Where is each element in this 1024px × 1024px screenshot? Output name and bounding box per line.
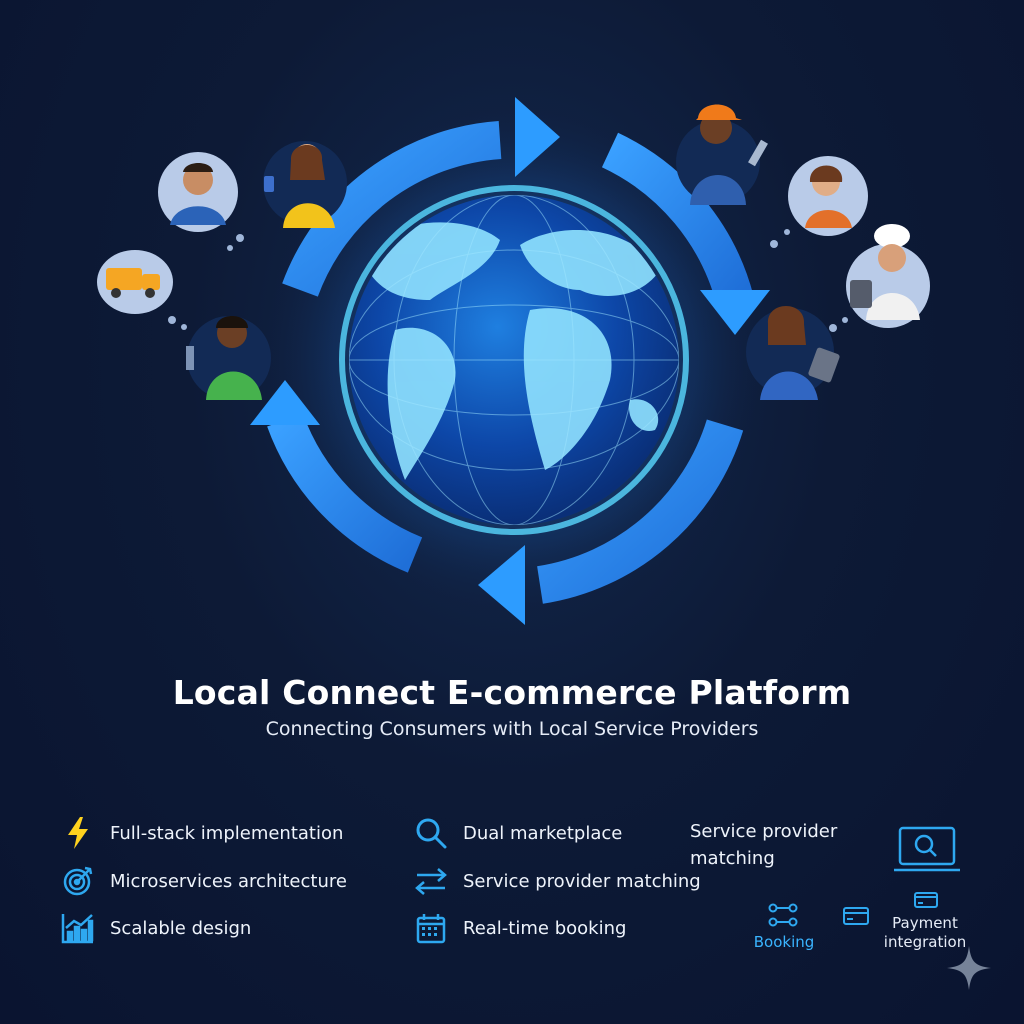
delivery-truck-icon (97, 250, 173, 314)
sparkle-icon (945, 944, 993, 996)
calendar-icon (413, 910, 449, 946)
feature-label: Microservices architecture (110, 870, 347, 892)
feature-microservices: Microservices architecture (60, 863, 347, 899)
booking-label: Booking (753, 933, 815, 951)
feature-real-time-booking: Real-time booking (413, 910, 626, 946)
page-title: Local Connect E-commerce Platform (172, 673, 852, 712)
swap-arrows-icon (413, 863, 449, 899)
chef-avatar (846, 224, 930, 328)
target-icon (60, 863, 96, 899)
feature-label: Service provider matching (463, 870, 701, 892)
feature-label: Dual marketplace (463, 822, 623, 844)
aside-text: Service provider matching (690, 821, 838, 869)
magnifier-icon (413, 815, 449, 851)
provider-avatar-woman-apron (788, 156, 868, 236)
feature-full-stack: Full-stack implementation (60, 815, 343, 851)
feature-provider-matching: Service provider matching (413, 863, 701, 899)
worker-avatar-hardhat (676, 104, 768, 205)
booking-nodes-icon (768, 903, 798, 931)
feature-label: Real-time booking (463, 917, 627, 939)
page-subtitle: Connecting Consumers with Local Service … (265, 718, 759, 740)
feature-label: Full-stack implementation (110, 822, 344, 844)
globe-icon (339, 185, 689, 535)
bar-chart-icon (60, 910, 96, 946)
consumer-avatar-man (158, 152, 238, 232)
feature-dual-marketplace: Dual marketplace (413, 815, 622, 851)
feature-label: Scalable design (110, 917, 252, 939)
repair-avatar-man (186, 316, 271, 400)
laptop-search-icon (894, 826, 960, 878)
card-icon (843, 907, 869, 929)
hero-illustration (97, 97, 930, 625)
feature-scalable: Scalable design (60, 910, 251, 946)
lightning-icon (60, 815, 96, 851)
payment-card-icon (914, 892, 938, 912)
